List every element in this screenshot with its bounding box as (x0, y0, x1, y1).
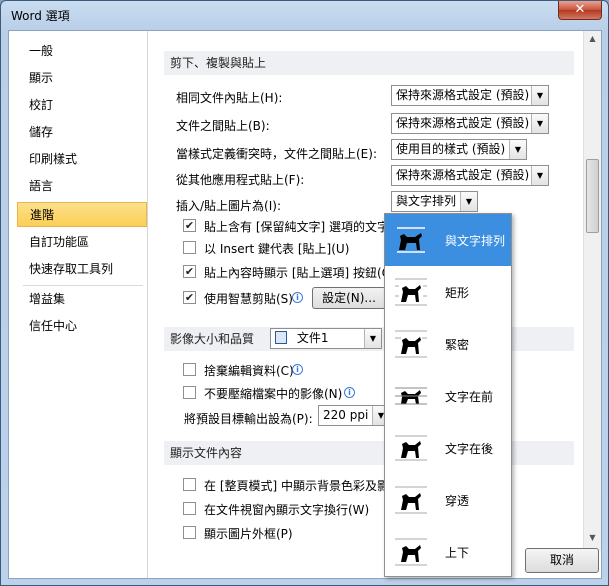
info-icon: i (292, 292, 303, 303)
cancel-button[interactable]: 取消 (525, 548, 599, 573)
insert-picture-as-select[interactable]: 與文字排列 ▼ (391, 191, 478, 212)
close-button[interactable]: ✕ (558, 1, 602, 20)
show-paste-options-label: 貼上內容時顯示 [貼上選項] 按鈕(O) (204, 266, 396, 280)
wrap-style-dropdown: 與文字排列 矩形 緊密 文字在前 文字在後 穿透 上下 (384, 213, 512, 577)
paste-style-conflict-select[interactable]: 使用目的樣式 (預設) ▼ (391, 139, 527, 160)
chevron-down-icon[interactable]: ▼ (509, 140, 526, 159)
window-title: Word 選項 (11, 9, 70, 23)
info-icon: i (292, 364, 303, 375)
discard-editing-data-label: 捨棄編輯資料(C) (204, 364, 294, 378)
word-options-window: Word 選項 ✕ 一般 顯示 校訂 儲存 印刷樣式 語言 進階 自訂功能區 快… (0, 0, 609, 586)
image-section-title: 影像大小和品質 (170, 332, 255, 346)
top-and-bottom-icon (395, 538, 427, 566)
smart-cut-paste-label: 使用智慧剪貼(S) (204, 292, 293, 306)
sidebar-item-language[interactable]: 語言 (17, 174, 147, 199)
dropdown-option-label: 文字在後 (445, 442, 494, 456)
chevron-down-icon[interactable]: ▼ (531, 114, 548, 133)
paste-other-app-label: 從其他應用程式貼上(F): (176, 173, 305, 187)
show-background-label: 在 [整頁模式] 中顯示背景色彩及影像 (204, 479, 401, 493)
square-wrap-icon (395, 278, 427, 306)
image-document-select[interactable]: 文件1 ▼ (270, 328, 382, 349)
image-document-value: 文件1 (296, 331, 329, 345)
through-wrap-icon (395, 486, 427, 514)
default-resolution-label: 將預設目標輸出設為(P): (184, 412, 313, 426)
dropdown-option-label: 文字在前 (445, 390, 494, 404)
paste-style-conflict-label: 當樣式定義衝突時，文件之間貼上(E): (176, 147, 377, 161)
picture-placeholders-checkbox[interactable] (183, 526, 196, 539)
keep-text-only-checkbox[interactable]: ✔ (183, 219, 196, 232)
sidebar-item-proofing[interactable]: 校訂 (17, 93, 147, 118)
chevron-down-icon[interactable]: ▼ (531, 166, 548, 185)
paste-between-docs-value: 保持來源格式設定 (預設) (396, 116, 530, 130)
tight-wrap-icon (395, 330, 427, 358)
wrap-text-in-window-label: 在文件視窗內顯示文字換行(W) (204, 503, 370, 517)
do-not-compress-images-label: 不要壓縮檔案中的影像(N) (204, 387, 343, 401)
scroll-up-arrow-icon[interactable]: ▲ (586, 34, 599, 48)
sidebar-item-quick-access-toolbar[interactable]: 快速存取工具列 (17, 257, 147, 282)
dropdown-option-label: 穿透 (445, 494, 470, 508)
sidebar-item-advanced[interactable]: 進階 (17, 202, 147, 227)
paste-between-docs-label: 文件之間貼上(B): (176, 119, 270, 133)
dropdown-option-label: 緊密 (445, 338, 470, 352)
dropdown-option-tight[interactable]: 緊密 (385, 318, 511, 370)
smart-cut-paste-checkbox[interactable]: ✔ (183, 291, 196, 304)
dropdown-option-label: 與文字排列 (445, 234, 506, 248)
paste-same-doc-label: 相同文件內貼上(H): (176, 91, 283, 105)
paste-style-conflict-value: 使用目的樣式 (預設) (396, 142, 506, 156)
show-background-checkbox[interactable] (183, 478, 196, 491)
options-content: 剪下、複製與貼上 相同文件內貼上(H): 保持來源格式設定 (預設) ▼ 文件之… (162, 31, 587, 551)
sidebar: 一般 顯示 校訂 儲存 印刷樣式 語言 進階 自訂功能區 快速存取工具列 增益集… (9, 31, 148, 578)
sidebar-item-customize-ribbon[interactable]: 自訂功能區 (17, 230, 147, 255)
behind-text-icon (395, 435, 427, 461)
in-front-of-text-icon (395, 387, 427, 405)
section-header-cut-copy-paste: 剪下、複製與貼上 (164, 51, 574, 75)
discard-editing-data-checkbox[interactable] (183, 363, 196, 376)
sidebar-item-general[interactable]: 一般 (17, 39, 147, 64)
show-paste-options-checkbox[interactable]: ✔ (183, 265, 196, 278)
smart-cut-paste-settings-button[interactable]: 設定(N)... (312, 287, 386, 309)
sidebar-item-typography[interactable]: 印刷樣式 (17, 147, 147, 172)
chevron-down-icon[interactable]: ▼ (364, 329, 381, 348)
dropdown-option-square[interactable]: 矩形 (385, 266, 511, 318)
insert-picture-as-label: 插入/貼上圖片為(I): (176, 199, 281, 213)
dropdown-option-through[interactable]: 穿透 (385, 474, 511, 526)
insert-key-paste-label: 以 Insert 鍵代表 [貼上](U) (204, 242, 350, 256)
sidebar-item-trust-center[interactable]: 信任中心 (17, 314, 147, 339)
dropdown-option-inline[interactable]: 與文字排列 (385, 214, 511, 266)
paste-same-doc-select[interactable]: 保持來源格式設定 (預設) ▼ (391, 85, 549, 106)
paste-between-docs-select[interactable]: 保持來源格式設定 (預設) ▼ (391, 113, 549, 134)
sidebar-item-display[interactable]: 顯示 (17, 66, 147, 91)
default-resolution-select[interactable]: 220 ppi ▼ (318, 405, 390, 426)
scroll-thumb[interactable] (586, 159, 599, 233)
dropdown-option-label: 矩形 (445, 286, 470, 300)
insert-key-paste-checkbox[interactable] (183, 241, 196, 254)
chevron-down-icon[interactable]: ▼ (460, 192, 477, 211)
section-header-show-document-content: 顯示文件內容 (164, 441, 574, 465)
dropdown-option-top-bottom[interactable]: 上下 (385, 526, 511, 578)
insert-picture-as-value: 與文字排列 (396, 194, 457, 208)
paste-other-app-value: 保持來源格式設定 (預設) (396, 168, 530, 182)
scroll-down-arrow-icon[interactable]: ▼ (586, 533, 599, 547)
do-not-compress-images-checkbox[interactable] (183, 386, 196, 399)
chevron-down-icon[interactable]: ▼ (531, 86, 548, 105)
inline-with-text-icon (397, 227, 425, 253)
sidebar-divider (23, 285, 143, 286)
keep-text-only-label: 貼上含有 [保留純文字] 選項的文字時 (204, 220, 401, 234)
title-bar: Word 選項 ✕ (1, 1, 608, 29)
info-icon: i (344, 387, 355, 398)
dropdown-option-in-front[interactable]: 文字在前 (385, 370, 511, 422)
paste-same-doc-value: 保持來源格式設定 (預設) (396, 88, 530, 102)
default-resolution-value: 220 ppi (323, 408, 369, 422)
wrap-text-in-window-checkbox[interactable] (183, 502, 196, 515)
dropdown-option-behind[interactable]: 文字在後 (385, 422, 511, 474)
picture-placeholders-label: 顯示圖片外框(P) (204, 527, 293, 541)
dropdown-option-label: 上下 (445, 546, 470, 560)
dialog-client: 一般 顯示 校訂 儲存 印刷樣式 語言 進階 自訂功能區 快速存取工具列 增益集… (8, 30, 602, 579)
sidebar-item-save[interactable]: 儲存 (17, 120, 147, 145)
sidebar-item-addins[interactable]: 增益集 (17, 287, 147, 312)
content-scrollbar[interactable]: ▲ ▼ (583, 31, 601, 551)
word-document-icon (275, 331, 287, 344)
paste-other-app-select[interactable]: 保持來源格式設定 (預設) ▼ (391, 165, 549, 186)
